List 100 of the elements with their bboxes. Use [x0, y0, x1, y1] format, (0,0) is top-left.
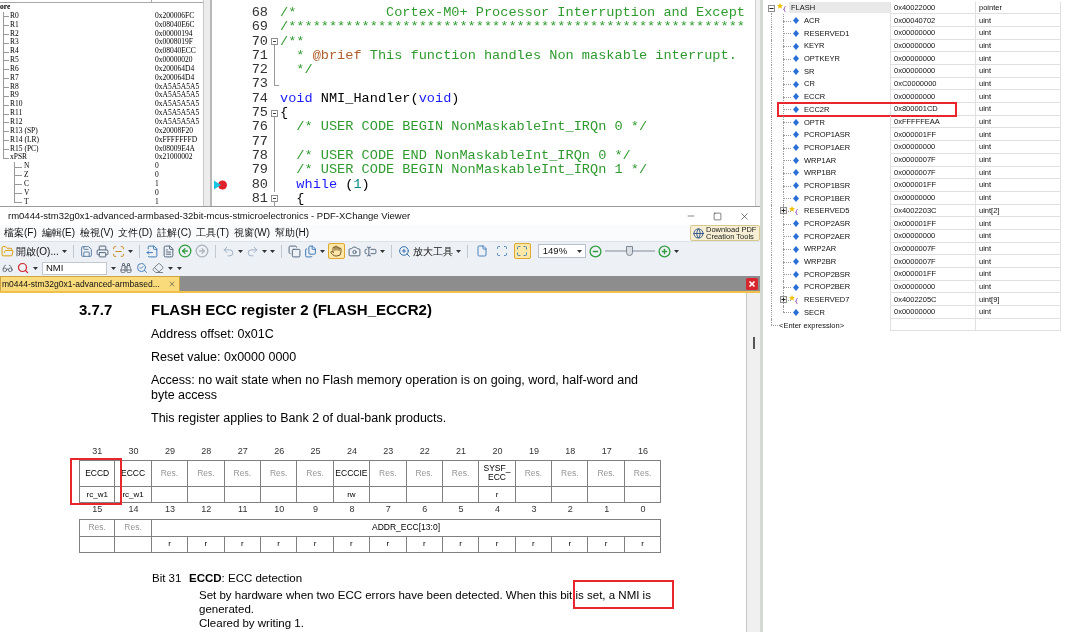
access-cell: [79, 536, 116, 553]
code-line: /* USER CODE BEGIN NonMaskableInt_IRQn 0 */: [295, 120, 648, 135]
globe-icon[interactable]: [693, 227, 704, 239]
field-name-cell: Res.: [224, 459, 261, 486]
document-icon[interactable]: [161, 244, 175, 258]
field-name-cell: Res.: [515, 459, 553, 486]
access-cell: [515, 486, 553, 503]
caret-icon[interactable]: [379, 249, 385, 253]
bit-number: 2: [566, 503, 574, 516]
menu-item[interactable]: 註解(C): [154, 227, 194, 239]
text-tool-icon[interactable]: [363, 244, 377, 258]
export-icon[interactable]: [145, 244, 159, 258]
menu-item[interactable]: 檢視(V): [77, 227, 116, 239]
bit-number: 20: [491, 445, 504, 458]
access-cell: r: [479, 486, 516, 503]
expand-icon[interactable]: [780, 296, 787, 304]
line-number: 75: [250, 106, 268, 121]
code-line: /**: [280, 34, 305, 49]
access-cell: r: [515, 536, 553, 553]
camera-icon[interactable]: [347, 244, 361, 258]
caret-icon[interactable]: [576, 249, 582, 253]
line-number: 72: [250, 63, 268, 78]
back-icon[interactable]: [177, 244, 192, 258]
caret-icon[interactable]: [237, 249, 243, 253]
access-cell: r: [442, 536, 480, 553]
bit-number: 26: [273, 445, 286, 458]
eraser-icon[interactable]: [152, 262, 164, 274]
menu-item[interactable]: 編輯(E): [39, 227, 78, 239]
field-name-cell: Res.: [260, 459, 298, 486]
close-icon[interactable]: [739, 210, 750, 222]
collapse-icon[interactable]: [271, 109, 278, 117]
caret-icon[interactable]: [61, 249, 67, 253]
bit-title: ECCD: ECC detection: [189, 571, 303, 587]
menu-item[interactable]: 檔案(F): [1, 227, 40, 239]
scrollbar[interactable]: [203, 0, 210, 206]
expand-icon[interactable]: [780, 207, 787, 215]
forward-icon[interactable]: [194, 244, 209, 258]
field-name-cell: ECCD: [79, 459, 116, 486]
close-icon[interactable]: [746, 277, 758, 290]
paragraph: Reset value: 0x0000 0000: [151, 349, 298, 365]
folder-icon[interactable]: [1, 244, 14, 258]
glasses-icon[interactable]: [2, 262, 13, 274]
bit-number: 29: [163, 445, 176, 458]
binoculars-icon[interactable]: [120, 262, 132, 274]
access-cell: [188, 486, 225, 503]
access-cell: r: [479, 536, 516, 553]
scrollbar[interactable]: [755, 0, 760, 206]
access-cell: r: [151, 536, 189, 553]
zoom-slider[interactable]: [604, 246, 655, 256]
bit-number: 1: [603, 503, 611, 516]
code-line: {: [295, 191, 305, 206]
caret-icon[interactable]: [319, 249, 325, 253]
collapse-icon[interactable]: [271, 195, 278, 203]
collapse-icon[interactable]: [768, 4, 775, 12]
close-icon[interactable]: [168, 280, 176, 288]
access-cell: [442, 486, 480, 503]
access-cell: r: [333, 536, 371, 553]
access-cell: r: [370, 536, 407, 553]
search-check-icon[interactable]: [136, 262, 148, 274]
copy-icon[interactable]: [287, 244, 301, 258]
search-field[interactable]: NMI: [42, 261, 107, 275]
menu-item[interactable]: 視窗(W): [231, 227, 273, 239]
line-number: 68: [250, 6, 268, 21]
save-icon[interactable]: [79, 244, 93, 258]
bit-label: Bit 31: [152, 571, 183, 587]
bit-number: 16: [637, 445, 650, 458]
zoom-field[interactable]: 149%: [537, 244, 586, 258]
code-line: void NMI_Handler(void): [280, 91, 460, 107]
line-number: 70: [250, 34, 268, 49]
field-name-cell: ADDR_ECC[13:0]: [151, 519, 662, 536]
bit-number: 30: [127, 445, 140, 458]
search-icon[interactable]: [17, 262, 29, 274]
menu-item[interactable]: 文件(D): [115, 227, 155, 239]
star-icon: [789, 295, 799, 305]
access-cell: [151, 486, 189, 503]
field-name-cell: Res.: [115, 519, 152, 536]
collapse-icon[interactable]: [271, 38, 278, 46]
scrollbar[interactable]: [746, 293, 760, 632]
bit-number: 11: [237, 503, 249, 516]
document-tab[interactable]: m0444-stm32g0x1-advanced-armbased...: [0, 276, 180, 291]
minus-icon[interactable]: [588, 244, 602, 258]
code-line: /********************************************************: [280, 20, 745, 35]
zoom-tool-button[interactable]: 放大工具: [397, 243, 453, 259]
menu-item[interactable]: 幫助(H): [272, 227, 312, 239]
caret-icon[interactable]: [33, 266, 38, 270]
bit-number: 7: [384, 503, 392, 516]
caret-icon[interactable]: [111, 266, 116, 270]
menu-item[interactable]: 工具(T): [193, 227, 232, 239]
access-cell: [297, 486, 334, 503]
zoom-in-icon[interactable]: [397, 244, 411, 258]
slider-thumb[interactable]: [626, 246, 634, 256]
caret-icon[interactable]: [673, 249, 679, 253]
field-name-cell: ECCC: [115, 459, 152, 486]
maximize-icon[interactable]: [713, 211, 722, 221]
access-cell: r: [260, 536, 298, 553]
caret-icon[interactable]: [455, 249, 461, 253]
print-icon[interactable]: [95, 244, 109, 258]
bit-number: 18: [564, 445, 577, 458]
caret-icon[interactable]: [127, 249, 133, 253]
open-button[interactable]: 開啟(O)...: [1, 243, 59, 259]
